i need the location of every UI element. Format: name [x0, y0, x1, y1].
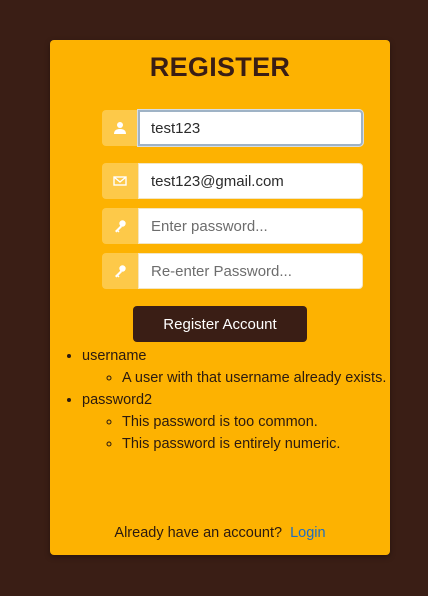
password-confirm-field-group [102, 253, 363, 289]
username-field-group [102, 110, 363, 146]
page-title: REGISTER [149, 52, 291, 82]
error-message: This password is entirely numeric. [122, 433, 407, 455]
login-prompt-text: Already have an account? [114, 525, 283, 541]
error-item: username A user with that username alrea… [82, 345, 407, 389]
envelope-icon [102, 163, 138, 199]
login-link[interactable]: Login [290, 525, 325, 541]
user-icon [102, 110, 138, 146]
password-confirm-input[interactable] [138, 253, 363, 289]
error-list: username A user with that username alrea… [62, 345, 407, 455]
password-input[interactable] [138, 208, 363, 244]
error-field-name: username [82, 348, 147, 364]
error-field-name: password2 [82, 392, 153, 408]
register-account-button[interactable]: Register Account [133, 306, 307, 342]
login-prompt: Already have an account? Login [50, 525, 390, 541]
error-message: This password is too common. [122, 411, 407, 433]
error-message: A user with that username already exists… [122, 367, 407, 389]
error-item: password2 This password is too common. T… [82, 389, 407, 455]
email-field-group [102, 163, 363, 199]
password-field-group [102, 208, 363, 244]
key-icon [102, 253, 138, 289]
key-icon [102, 208, 138, 244]
email-input[interactable] [138, 163, 363, 199]
username-input[interactable] [138, 110, 363, 146]
register-card: REGISTER test123 test123@gmail.com Regis… [50, 40, 390, 555]
